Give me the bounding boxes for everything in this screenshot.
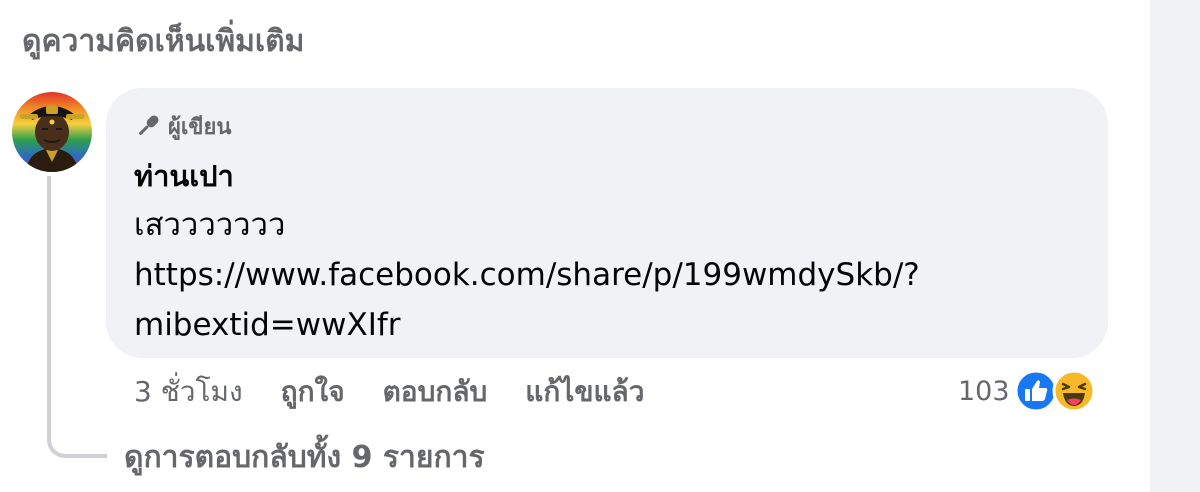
comment-link-line[interactable]: https://www.facebook.com/share/p/199wmdy… [134, 250, 920, 300]
like-button[interactable]: ถูกใจ [281, 370, 345, 414]
comment-link-line[interactable]: mibextid=wwXIfr [134, 300, 920, 350]
comment-timestamp[interactable]: 3 ชั่วโมง [134, 370, 243, 414]
view-all-replies-link[interactable]: ดูการตอบกลับทั้ง 9 รายการ [124, 436, 485, 480]
view-more-comments-link[interactable]: ดูความคิดเห็นเพิ่มเติม [22, 22, 304, 62]
haha-icon [1052, 369, 1096, 413]
reply-thread-line [47, 176, 107, 458]
reaction-summary[interactable]: 103 [958, 368, 1096, 414]
reaction-count: 103 [958, 375, 1010, 407]
reply-button[interactable]: ตอบกลับ [383, 370, 488, 414]
edited-label[interactable]: แก้ไขแล้ว [525, 370, 644, 414]
comment-text-line: เสววววววว [134, 207, 286, 243]
page-scroll-edge [1150, 0, 1200, 492]
author-badge: ผู้เขียน [134, 108, 231, 144]
microphone-icon [139, 115, 159, 135]
author-badge-label: ผู้เขียน [168, 114, 232, 140]
avatar[interactable] [12, 92, 92, 172]
comment-actions: 3 ชั่วโมง ถูกใจ ตอบกลับ แก้ไขแล้ว [134, 372, 644, 412]
comment-author-name[interactable]: ท่านเปา [134, 156, 234, 196]
avatar-image [12, 92, 92, 172]
comment-text: เสววววววว https://www.facebook.com/share… [134, 200, 920, 350]
